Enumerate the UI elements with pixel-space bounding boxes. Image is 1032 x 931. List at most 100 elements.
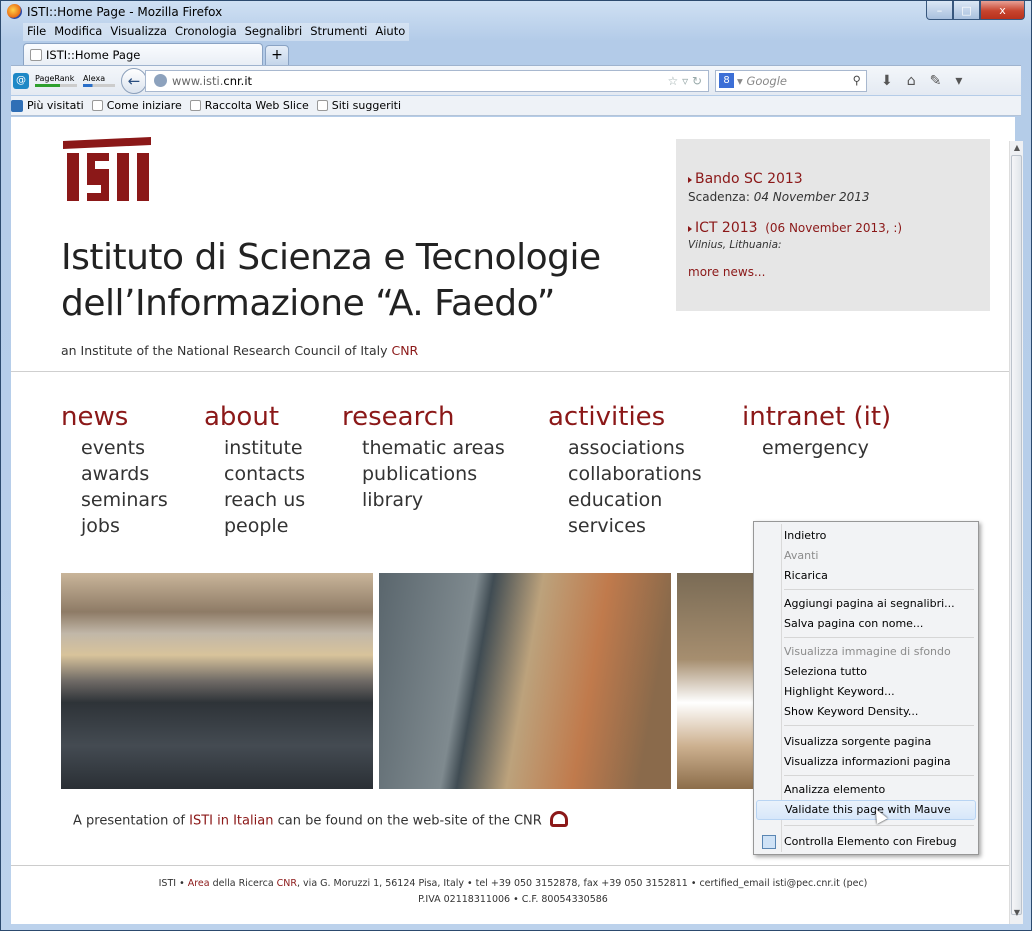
menu-item-firebug[interactable]: Controlla Elemento con Firebug <box>784 832 976 852</box>
auditorium-photo <box>61 573 373 789</box>
presentation-note: A presentation of ISTI in Italian can be… <box>73 811 568 829</box>
nav-item[interactable]: thematic areas <box>362 435 505 461</box>
news-date[interactable]: (06 November 2013, :) <box>765 221 902 235</box>
presentation-text-a: A presentation of <box>73 813 185 829</box>
nav-item[interactable]: services <box>568 513 702 539</box>
bookmark-label: Più visitati <box>27 99 84 112</box>
nav-item[interactable]: library <box>362 487 505 513</box>
footer-text: della Ricerca <box>209 878 277 889</box>
menu-item-immagine-sfondo: Visualizza immagine di sfondo <box>784 645 951 658</box>
bullet-icon <box>688 176 692 183</box>
cnr-logo-icon[interactable] <box>549 811 568 827</box>
nav-item[interactable]: institute <box>224 435 305 461</box>
bookmarks-toolbar: Più visitati Come iniziare Raccolta Web … <box>11 96 1021 116</box>
menu-strumenti[interactable]: Strumenti <box>306 23 371 41</box>
menu-item-ricarica[interactable]: Ricarica <box>784 566 976 586</box>
menu-file[interactable]: File <box>23 23 50 41</box>
news-item: ICT 2013 (06 November 2013, :) Vilnius, … <box>688 220 978 251</box>
tab-isti-home[interactable]: ISTI::Home Page <box>23 43 263 65</box>
menu-item-sorgente-pagina[interactable]: Visualizza sorgente pagina <box>784 732 976 752</box>
search-icon[interactable]: ⚲ <box>853 73 861 87</box>
menu-item-keyword-density[interactable]: Show Keyword Density... <box>784 702 976 722</box>
home-icon[interactable]: ⌂ <box>907 73 916 89</box>
nav-heading-news[interactable]: news <box>61 401 168 433</box>
globe-icon <box>154 74 167 87</box>
menu-item-analizza-elemento[interactable]: Analizza elemento <box>784 780 976 800</box>
footer-isti: ISTI • <box>158 878 188 889</box>
more-news-link[interactable]: more news... <box>688 265 978 279</box>
back-arrow-icon: ← <box>127 71 141 90</box>
back-button[interactable]: ← <box>121 67 147 94</box>
news-detail-date: 04 November 2013 <box>753 190 870 204</box>
institute-title: Istituto di Scienza e Tecnologie dell’In… <box>61 235 601 327</box>
menu-aiuto[interactable]: Aiuto <box>371 23 409 41</box>
nav-heading-research[interactable]: research <box>342 401 505 433</box>
menu-item-salva-pagina[interactable]: Salva pagina con nome... <box>784 614 976 634</box>
menu-item-highlight-keyword[interactable]: Highlight Keyword... <box>784 682 976 702</box>
bookmark-web-slice[interactable]: Raccolta Web Slice <box>189 99 309 112</box>
close-button[interactable]: x <box>980 1 1025 20</box>
menu-cronologia[interactable]: Cronologia <box>171 23 241 41</box>
bookmark-star-icon[interactable]: ☆ ▿ ↻ <box>668 74 702 88</box>
pagerank-bar[interactable]: PageRank <box>35 74 77 87</box>
nav-heading-about[interactable]: about <box>204 401 305 433</box>
nav-column-news: news events awards seminars jobs <box>61 401 168 539</box>
window-title: ISTI::Home Page - Mozilla Firefox <box>27 5 223 19</box>
menu-visualizza[interactable]: Visualizza <box>106 23 171 41</box>
minimize-button[interactable]: – <box>926 1 953 20</box>
vertical-scrollbar[interactable]: ▲ ▼ <box>1009 141 1023 924</box>
footer: ISTI • Area della Ricerca CNR, via G. Mo… <box>11 865 1015 908</box>
isti-italian-link[interactable]: ISTI in Italian <box>189 814 273 829</box>
menu-modifica[interactable]: Modifica <box>50 23 106 41</box>
new-tab-button[interactable]: + <box>265 45 289 65</box>
news-detail: Scadenza: 04 November 2013 <box>688 190 978 204</box>
scroll-down-icon[interactable]: ▼ <box>1010 908 1024 922</box>
menu-segnalibri[interactable]: Segnalibri <box>241 23 307 41</box>
nav-item[interactable]: collaborations <box>568 461 702 487</box>
menu-item-aggiungi-segnalibri[interactable]: Aggiungi pagina ai segnalibri... <box>784 594 976 614</box>
scroll-thumb[interactable] <box>1011 155 1022 915</box>
nav-item[interactable]: jobs <box>81 513 168 539</box>
most-visited-icon <box>11 99 23 112</box>
nav-item[interactable]: people <box>224 513 305 539</box>
nav-item[interactable]: events <box>81 435 168 461</box>
nav-heading-activities[interactable]: activities <box>548 401 702 433</box>
maximize-button[interactable]: □ <box>953 1 980 20</box>
news-link-bando[interactable]: Bando SC 2013 <box>695 171 803 187</box>
pagerank-icon[interactable]: @ <box>13 72 29 89</box>
tab-strip: ISTI::Home Page + <box>23 43 289 65</box>
search-box[interactable]: 8 ▾ Google ⚲ <box>715 69 867 92</box>
subtitle-text: an Institute of the National Research Co… <box>61 343 388 358</box>
footer-area-link[interactable]: Area <box>188 878 210 889</box>
bookmark-siti-suggeriti[interactable]: Siti suggeriti <box>316 99 402 112</box>
url-bar[interactable]: www.isti. cnr.it ☆ ▿ ↻ <box>145 69 709 92</box>
institute-title-line1: Istituto di Scienza e Tecnologie <box>61 237 601 278</box>
google-icon[interactable]: 8 <box>719 73 734 88</box>
nav-item[interactable]: reach us <box>224 487 305 513</box>
page-icon <box>91 100 103 111</box>
news-link-ict[interactable]: ICT 2013 <box>695 220 758 236</box>
news-box: Bando SC 2013 Scadenza: 04 November 2013… <box>676 139 990 311</box>
bookmark-piu-visitati[interactable]: Più visitati <box>11 99 84 112</box>
bookmark-come-iniziare[interactable]: Come iniziare <box>91 99 182 112</box>
menu-item-indietro[interactable]: Indietro <box>784 526 976 546</box>
menu-item-seleziona-tutto[interactable]: Seleziona tutto <box>784 662 976 682</box>
menu-chevron-icon[interactable]: ▾ <box>955 73 962 89</box>
nav-heading-intranet[interactable]: intranet (it) <box>742 401 891 433</box>
nav-item[interactable]: seminars <box>81 487 168 513</box>
nav-item[interactable]: education <box>568 487 702 513</box>
nav-item[interactable]: awards <box>81 461 168 487</box>
cnr-link[interactable]: CNR <box>391 343 418 358</box>
menu-item-validate-mauve[interactable]: Validate this page with Mauve <box>756 800 976 820</box>
download-icon[interactable]: ⬇ <box>881 73 893 89</box>
menu-item-informazioni-pagina[interactable]: Visualizza informazioni pagina <box>784 752 976 772</box>
nav-item[interactable]: emergency <box>762 435 891 461</box>
nav-item[interactable]: contacts <box>224 461 305 487</box>
firefox-icon <box>7 4 22 19</box>
nav-item[interactable]: associations <box>568 435 702 461</box>
addon-icon[interactable]: ✎ <box>930 73 942 89</box>
nav-item[interactable]: publications <box>362 461 505 487</box>
bookmark-label: Siti suggeriti <box>331 99 402 112</box>
footer-cnr-link[interactable]: CNR <box>277 878 297 889</box>
alexa-bar[interactable]: Alexa <box>83 74 115 87</box>
